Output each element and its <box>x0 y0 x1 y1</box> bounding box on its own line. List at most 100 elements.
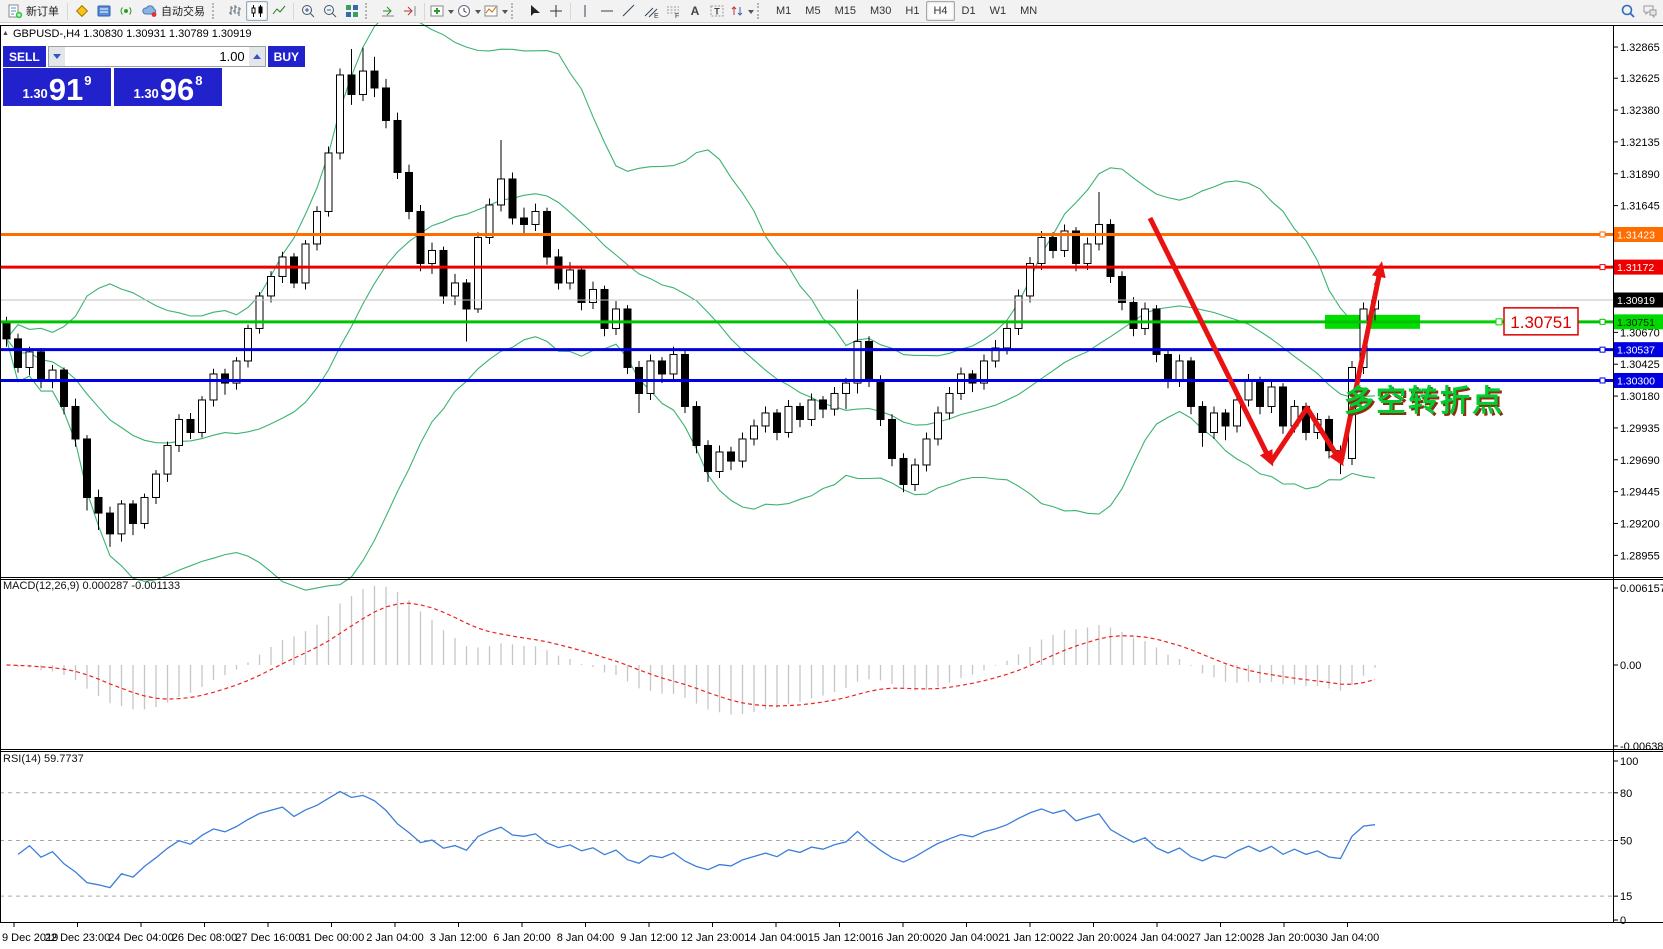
candlestick-chart-button[interactable] <box>246 1 268 21</box>
cursor-icon <box>526 3 542 19</box>
text-tool-button[interactable]: A <box>684 1 706 21</box>
auto-scroll-icon <box>380 3 396 19</box>
volume-increase-button[interactable] <box>249 47 265 66</box>
time-label: 24 Jan 04:00 <box>1125 932 1189 944</box>
bar-chart-button[interactable] <box>224 1 246 21</box>
sell-button[interactable]: SELL <box>3 46 46 67</box>
volume-decrease-button[interactable] <box>49 47 65 66</box>
line-handle[interactable] <box>1600 319 1605 324</box>
arrows-tool-button[interactable] <box>728 1 755 21</box>
price-label-1.30300: 1.30300 <box>1617 375 1655 387</box>
mt4-terminal: 新订单 自动交易 E F A T <box>0 0 1663 949</box>
svg-text:0.00: 0.00 <box>1620 660 1641 672</box>
timeframe-m15[interactable]: M15 <box>828 1 863 21</box>
time-label: 20 Jan 04:00 <box>935 932 999 944</box>
timeframe-h1[interactable]: H1 <box>898 1 926 21</box>
triangle-up-icon <box>253 50 261 59</box>
horizontal-line-tool-button[interactable] <box>596 1 618 21</box>
chart-shift-button[interactable] <box>399 1 421 21</box>
trendline-icon <box>621 3 637 19</box>
volume-input[interactable] <box>65 47 249 66</box>
pane-borders <box>0 25 1663 923</box>
line-handle[interactable] <box>1600 347 1605 352</box>
svg-text:1.30180: 1.30180 <box>1620 391 1660 403</box>
toolbar-grip <box>511 3 519 19</box>
timeframe-m30[interactable]: M30 <box>863 1 898 21</box>
trend-arrow[interactable] <box>1341 266 1381 462</box>
time-label: 16 Jan 20:00 <box>871 932 935 944</box>
time-label: 14 Jan 04:00 <box>744 932 808 944</box>
buy-price-prefix: 1.30 <box>133 86 158 101</box>
auto-trading-button[interactable]: 自动交易 <box>137 1 210 21</box>
time-label: 24 Dec 04:00 <box>108 932 173 944</box>
svg-text:1.31890: 1.31890 <box>1620 169 1660 181</box>
price-label-1.30919: 1.30919 <box>1617 295 1655 307</box>
rsi-label: RSI(14) 59.7737 <box>3 753 84 765</box>
fibonacci-tool-button[interactable]: F <box>662 1 684 21</box>
line-handle[interactable] <box>1600 378 1605 383</box>
zoom-out-icon <box>322 3 338 19</box>
indicators-icon <box>429 3 445 19</box>
chat-icon <box>1642 3 1658 19</box>
channel-tool-button[interactable]: E <box>640 1 662 21</box>
chat-button[interactable] <box>1639 1 1661 21</box>
panel-collapse-icon[interactable]: ▲ <box>2 30 9 37</box>
svg-text:0.006157: 0.006157 <box>1620 583 1663 595</box>
toolbar: 新订单 自动交易 E F A T <box>0 0 1663 23</box>
tile-windows-button[interactable] <box>341 1 363 21</box>
search-button[interactable] <box>1617 1 1639 21</box>
buy-price-big: 96 <box>160 76 194 104</box>
data-window-button[interactable] <box>93 1 115 21</box>
time-label: 22 Dec 23:00 <box>45 932 110 944</box>
line-handle[interactable] <box>1600 232 1605 237</box>
chart-canvas[interactable]: 1.328651.326251.323801.321351.318901.316… <box>0 0 1663 949</box>
periods-button[interactable] <box>455 1 482 21</box>
price-label-1.31423: 1.31423 <box>1617 229 1655 241</box>
timeframe-w1[interactable]: W1 <box>983 1 1014 21</box>
buy-price-button[interactable]: 1.30968 <box>114 68 222 106</box>
line-handle[interactable] <box>1600 265 1605 270</box>
toolbar-grip <box>212 3 220 19</box>
chart-shift-icon <box>402 3 418 19</box>
market-watch-button[interactable] <box>71 1 93 21</box>
time-label: 6 Jan 20:00 <box>493 932 551 944</box>
timeframe-h4[interactable]: H4 <box>926 1 954 21</box>
indicators-button[interactable] <box>428 1 455 21</box>
templates-button[interactable] <box>482 1 509 21</box>
buy-button[interactable]: BUY <box>268 46 305 67</box>
cursor-button[interactable] <box>523 1 545 21</box>
crosshair-button[interactable] <box>545 1 567 21</box>
sell-price-sup: 9 <box>84 73 91 88</box>
horizontal-line-icon <box>599 3 615 19</box>
new-order-button[interactable]: 新订单 <box>2 1 64 21</box>
line-chart-button[interactable] <box>268 1 290 21</box>
zoom-in-button[interactable] <box>297 1 319 21</box>
bar-chart-icon <box>227 3 243 19</box>
sell-price-button[interactable]: 1.30919 <box>3 68 111 106</box>
zoom-in-icon <box>300 3 316 19</box>
price-label-1.30537: 1.30537 <box>1617 345 1655 357</box>
price-label-1.30751: 1.30751 <box>1617 317 1655 329</box>
timeframe-m5[interactable]: M5 <box>798 1 827 21</box>
macd-label: MACD(12,26,9) 0.000287 -0.001133 <box>3 580 180 592</box>
auto-scroll-button[interactable] <box>377 1 399 21</box>
tile-windows-icon <box>344 3 360 19</box>
signals-button[interactable] <box>115 1 137 21</box>
price-axis: 1.328651.326251.323801.321351.318901.316… <box>1613 42 1663 562</box>
timeframe-mn[interactable]: MN <box>1013 1 1044 21</box>
svg-text:1.29935: 1.29935 <box>1620 423 1660 435</box>
text-label-icon: T <box>709 3 725 19</box>
trendline-tool-button[interactable] <box>618 1 640 21</box>
one-click-trading-panel: SELL BUY 1.30919 1.30968 <box>3 46 222 106</box>
svg-text:1.30425: 1.30425 <box>1620 359 1660 371</box>
svg-text:1.29200: 1.29200 <box>1620 518 1660 530</box>
zoom-out-button[interactable] <box>319 1 341 21</box>
sell-price-big: 91 <box>49 76 83 104</box>
timeframe-d1[interactable]: D1 <box>955 1 983 21</box>
vertical-line-tool-button[interactable] <box>574 1 596 21</box>
text-label-tool-button[interactable]: T <box>706 1 728 21</box>
svg-text:1.32380: 1.32380 <box>1620 105 1660 117</box>
dropdown-caret-icon <box>448 10 454 17</box>
fibonacci-icon: F <box>665 3 681 19</box>
timeframe-m1[interactable]: M1 <box>769 1 798 21</box>
